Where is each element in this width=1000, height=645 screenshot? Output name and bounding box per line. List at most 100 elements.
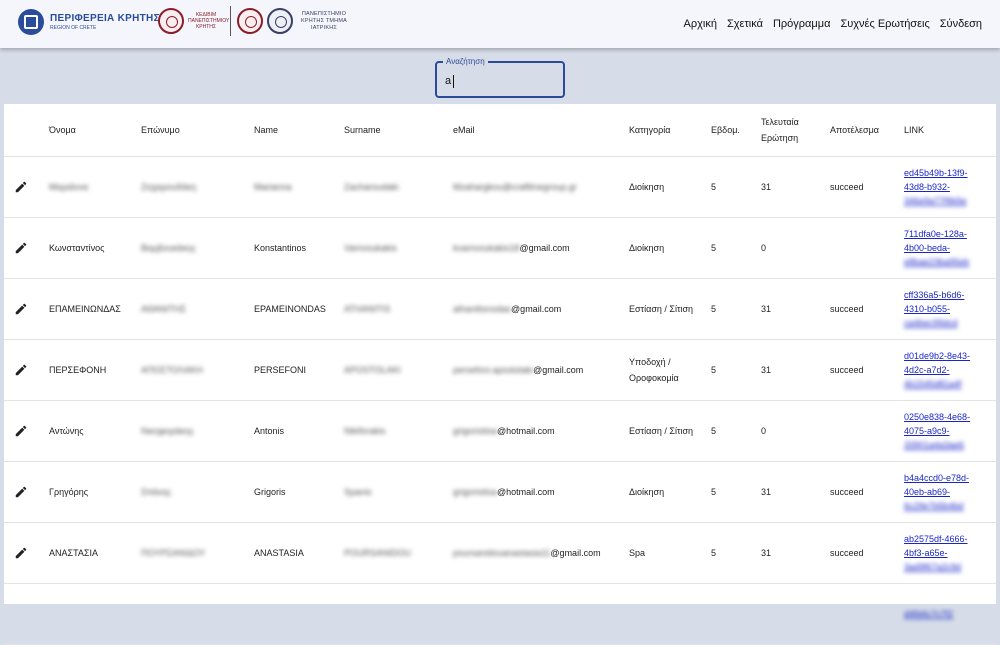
- table-row: ΠΕΡΣΕΦΟΝΗ ΑΠΟΣΤΟΛΑΚΗ PERSEFONI APOSTOLAKI pe…: [4, 339, 996, 401]
- pencil-icon[interactable]: [14, 546, 28, 560]
- cell-last-question: 31: [761, 156, 830, 218]
- cell-surname: ATHANITIS: [344, 278, 453, 340]
- cell-result: succeed: [830, 156, 904, 218]
- search-field[interactable]: Αναζήτηση: [435, 56, 565, 98]
- email-visible-part: @gmail.com: [519, 243, 570, 253]
- cell-name: ANASTASIA: [254, 522, 344, 584]
- cell-onoma: Μαριάννα: [49, 156, 141, 218]
- cell-onoma: Αντώνης: [49, 400, 141, 462]
- medical-school-seal-icon: [267, 8, 293, 34]
- row-link[interactable]: d4fd4c7c7f2: [904, 607, 996, 621]
- col-link[interactable]: LINK: [904, 104, 996, 157]
- cell-name: Antonis: [254, 400, 344, 462]
- email-hidden-part: poursanidouanastasia11: [453, 548, 551, 558]
- pencil-icon[interactable]: [14, 363, 28, 377]
- row-link[interactable]: b4a4ccd0-e78d- 40eb-ab69- 6c29e7b5b4bd: [904, 471, 996, 513]
- cell-category: Υποδοχή / Οροφοκομία: [629, 339, 711, 401]
- pencil-icon[interactable]: [14, 180, 28, 194]
- cell-week: 5: [711, 461, 761, 523]
- cell-last-question: 31: [761, 461, 830, 523]
- cell-email: persefoni.apostolaki@gmail.com: [453, 339, 629, 401]
- table-row: Γρηγόρης Σπάνης Grigoris Spanis grigoriotisa…: [4, 461, 996, 523]
- row-link[interactable]: d01de9b2-8e43- 4d2c-a7d2- 4b1545d81a4f: [904, 349, 996, 391]
- cell-eponymo: Ζαχαρουδάκη: [141, 156, 254, 218]
- cell-eponymo: ΠΟΥΡΣΑΝΙΔΟΥ: [141, 522, 254, 584]
- table-row: d4fd4c7c7f2: [4, 583, 996, 645]
- cell-onoma: ΠΕΡΣΕΦΟΝΗ: [49, 339, 141, 401]
- row-link[interactable]: ab2575df-4666- 4bf3-a65e- 3ad9f67a2c9d: [904, 532, 996, 574]
- link-line-2: 4310-b055-: [904, 304, 951, 314]
- email-hidden-part: grigoriotisa: [453, 426, 498, 436]
- col-category[interactable]: Κατηγορία: [629, 104, 711, 157]
- pencil-icon[interactable]: [14, 241, 28, 255]
- cell-email: poursanidouanastasia11@gmail.com: [453, 522, 629, 584]
- cell-email: Mzahargkou@craftlinegroup.gr: [453, 156, 629, 218]
- email-hidden-part: kvamvoukakis18: [453, 243, 520, 253]
- cell-name: EPAMEINONDAS: [254, 278, 344, 340]
- row-link[interactable]: cff336a5-b6d6- 4310-b055- ca4bec99dcd: [904, 288, 996, 330]
- pencil-icon[interactable]: [14, 485, 28, 499]
- nav-login[interactable]: Σύνδεση: [940, 18, 982, 30]
- cell-email: athanitisnodas@gmail.com: [453, 278, 629, 340]
- nav-faq[interactable]: Συχνές Ερωτήσεις: [840, 18, 929, 30]
- cell-result: succeed: [830, 461, 904, 523]
- pencil-icon[interactable]: [14, 424, 28, 438]
- cell-surname: [344, 583, 453, 645]
- cell-link: d01de9b2-8e43- 4d2c-a7d2- 4b1545d81a4f: [904, 339, 996, 401]
- row-link[interactable]: ed45b49b-13f9- 43d8-b932- 346e9a77f9b5e: [904, 166, 996, 208]
- cell-category: Διοίκηση: [629, 461, 711, 523]
- col-last-question[interactable]: Τελευταία Ερώτηση: [761, 104, 830, 157]
- cell-eponymo: ΑΠΟΣΤΟΛΑΚΗ: [141, 339, 254, 401]
- cell-category: Εστίαση / Σίτιση: [629, 400, 711, 462]
- cell-result: [830, 400, 904, 462]
- link-line-3: 33901a4a3ae6: [904, 440, 965, 450]
- cell-category: Διοίκηση: [629, 217, 711, 279]
- search-input[interactable]: [445, 73, 555, 89]
- email-hidden-part: athanitisnodas: [453, 304, 512, 314]
- cell-name: Marianna: [254, 156, 344, 218]
- col-result[interactable]: Αποτέλεσμα: [830, 104, 904, 157]
- university-logos[interactable]: ΚΕΔΙΒΙΜ ΠΑΝΕΠΙΣΤΗΜΙΟΥ ΚΡΗΤΗΣ ΠΑΝΕΠΙΣΤΗΜΙ…: [158, 6, 351, 36]
- row-link[interactable]: 711dfa0e-128a- 4b00-beda-e8bae23ba95eb: [904, 227, 996, 269]
- pencil-icon[interactable]: [14, 302, 28, 316]
- row-link[interactable]: 0250e838-4e68- 4075-a9c9- 33901a4a3ae6: [904, 410, 996, 452]
- cell-eponymo: Νικηφοράκης: [141, 400, 254, 462]
- email-hidden-part: persefoni.apostolaki: [453, 365, 534, 375]
- cell-result: [830, 217, 904, 279]
- edit-cell: [4, 278, 49, 340]
- nav-program[interactable]: Πρόγραμμα: [773, 18, 830, 30]
- cell-onoma: ΕΠΑΜΕΙΝΩΝΔΑΣ: [49, 278, 141, 340]
- link-line-3: d4fd4c7c7f2: [904, 609, 954, 619]
- col-surname[interactable]: Surname: [344, 104, 453, 157]
- region-of-crete-logo[interactable]: ΠΕΡΙΦΕΡΕΙΑ ΚΡΗΤΗΣ REGION OF CRETE: [18, 9, 160, 35]
- link-line-2: 4d2c-a7d2-: [904, 365, 950, 375]
- nav-home[interactable]: Αρχική: [684, 18, 717, 30]
- cell-week: 5: [711, 400, 761, 462]
- email-hidden-part: grigoriotisa: [453, 487, 498, 497]
- link-line-1: d01de9b2-8e43-: [904, 351, 971, 361]
- cell-email: grigoriotisa@hotmail.com: [453, 400, 629, 462]
- cell-onoma: Γρηγόρης: [49, 461, 141, 523]
- cell-email: grigoriotisa@hotmail.com: [453, 461, 629, 523]
- cell-last-question: [761, 583, 830, 645]
- table-row: ΑΝΑΣΤΑΣΙΑ ΠΟΥΡΣΑΝΙΔΟΥ ANASTASIA POURSANIDOU…: [4, 522, 996, 584]
- nav-about[interactable]: Σχετικά: [727, 18, 763, 30]
- email-visible-part: @gmail.com: [511, 304, 562, 314]
- cell-name: PERSEFONI: [254, 339, 344, 401]
- main-nav: Αρχική Σχετικά Πρόγραμμα Συχνές Ερωτήσει…: [684, 18, 982, 30]
- edit-cell: [4, 461, 49, 523]
- cell-link: cff336a5-b6d6- 4310-b055- ca4bec99dcd: [904, 278, 996, 340]
- cell-category: Διοίκηση: [629, 156, 711, 218]
- cell-eponymo: ΑΘΑΝΙΤΗΣ: [141, 278, 254, 340]
- kedivim-seal-icon: [158, 8, 184, 34]
- col-email[interactable]: eMail: [453, 104, 629, 157]
- search-label: Αναζήτηση: [443, 56, 488, 68]
- col-onoma[interactable]: Όνομα: [49, 104, 141, 157]
- col-name[interactable]: Name: [254, 104, 344, 157]
- cell-week: [711, 583, 761, 645]
- cell-link: 711dfa0e-128a- 4b00-beda-e8bae23ba95eb: [904, 217, 996, 279]
- col-eponymo[interactable]: Επώνυμο: [141, 104, 254, 157]
- col-week[interactable]: Εβδομ.: [711, 104, 761, 157]
- cell-last-question: 0: [761, 217, 830, 279]
- cell-onoma: Κωνσταντίνος: [49, 217, 141, 279]
